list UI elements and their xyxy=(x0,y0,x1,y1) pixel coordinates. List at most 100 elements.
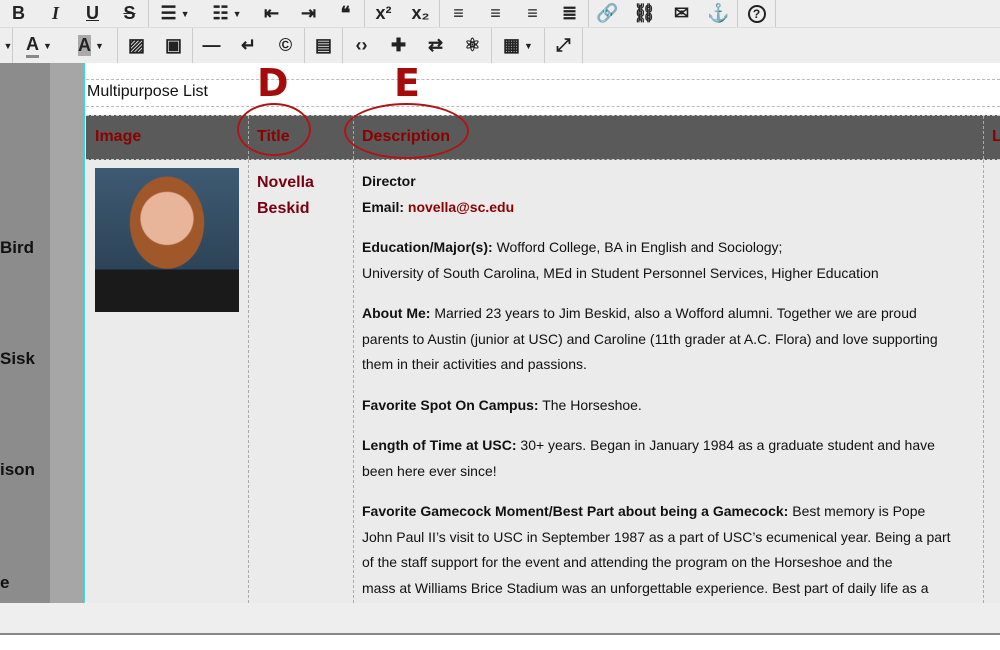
sidebar-names-strip: Bird Sisk ison e xyxy=(0,63,50,603)
italic-button[interactable]: I xyxy=(37,0,74,27)
text: mass at Williams Brice Stadium was an un… xyxy=(362,579,929,596)
link-button[interactable]: 🔗 xyxy=(589,0,626,27)
table-button[interactable]: ▦ ▼ xyxy=(492,28,544,63)
image-button[interactable]: ▨ xyxy=(118,28,155,63)
align-center-button[interactable]: ≡ xyxy=(477,0,514,27)
special-character-button[interactable]: © xyxy=(267,28,304,63)
toolbar-group: ‹› ✚ ⇄ ⚛ xyxy=(343,28,492,63)
column-divider xyxy=(248,160,249,603)
outdent-button[interactable]: ⇤ xyxy=(253,0,290,27)
line-break-button[interactable]: ↵ xyxy=(230,28,267,63)
annotation-ellipse-title xyxy=(237,103,311,156)
dropdown-arrow-icon[interactable]: ▼ xyxy=(233,9,242,19)
text-color-button[interactable]: A ▼ xyxy=(13,28,65,63)
underline-button[interactable]: U xyxy=(74,0,111,27)
annotation-d: D xyxy=(257,61,289,105)
toolbar-group: — ↵ © xyxy=(193,28,305,63)
header-image: Image xyxy=(95,128,142,145)
header-extra: L xyxy=(992,128,1000,145)
toolbar-group: ▦ ▼ xyxy=(492,28,545,63)
table-header: Image Title Description L xyxy=(86,115,1000,160)
text: been here ever since! xyxy=(362,462,497,479)
column-divider xyxy=(353,160,354,603)
sidebar-name: ison xyxy=(0,460,35,479)
indent-icon: ⇥ xyxy=(300,3,317,23)
italic-icon: I xyxy=(51,3,59,23)
list-title[interactable]: Multipurpose List xyxy=(86,79,1000,107)
bold-button[interactable]: B xyxy=(0,0,37,27)
description-cell[interactable]: Director Email: novella@sc.edu Education… xyxy=(362,169,982,603)
sidebar-name: Bird xyxy=(0,238,34,257)
align-right-button[interactable]: ≡ xyxy=(514,0,551,27)
text-color-icon: A xyxy=(26,34,40,58)
unlink-icon: ⛓ xyxy=(633,3,656,23)
bulleted-list-button[interactable]: ☰ ▼ xyxy=(149,0,201,27)
annotation-e: E xyxy=(394,61,420,105)
numbered-list-button[interactable]: ☷ ▼ xyxy=(201,0,253,27)
dropdown-arrow-icon[interactable]: ▼ xyxy=(43,41,52,51)
email-button[interactable]: ✉ xyxy=(663,0,700,27)
text: 30+ years. Began in January 1984 as a gr… xyxy=(516,437,935,453)
align-left-button[interactable]: ≡ xyxy=(440,0,477,27)
dropdown-arrow-icon[interactable]: ▼ xyxy=(0,28,13,63)
link-icon: 🔗 xyxy=(596,3,619,23)
text: John Paul II’s visit to USC in September… xyxy=(362,528,951,545)
editor-area[interactable]: Bird Sisk ison e Multipurpose List Image… xyxy=(0,63,1000,603)
toolbar-group: 🔗 ⛓ ✉ ⚓ xyxy=(589,0,738,27)
strikethrough-button[interactable]: S xyxy=(111,0,148,27)
dropdown-arrow-icon[interactable]: ▼ xyxy=(524,41,533,51)
text: parents to Austin (junior at USC) and Ca… xyxy=(362,330,938,347)
dropdown-arrow-icon[interactable]: ▼ xyxy=(181,9,190,19)
special-character-icon: © xyxy=(278,35,293,55)
source-code-button[interactable]: ‹› xyxy=(343,28,380,63)
email-link[interactable]: novella@sc.edu xyxy=(408,199,514,215)
profile-photo[interactable] xyxy=(95,168,239,312)
line-break-icon: ↵ xyxy=(240,35,257,55)
toolbar-group: ≡ ≡ ≡ ≣ xyxy=(440,0,589,27)
video-button[interactable]: ▣ xyxy=(155,28,192,63)
table-row[interactable]: Novella Beskid Director Email: novella@s… xyxy=(86,160,1000,603)
horizontal-line-button[interactable]: — xyxy=(193,28,230,63)
table-icon: ▦ xyxy=(503,35,521,55)
sidebar-name: e xyxy=(0,573,10,592)
sidebar-name: Sisk xyxy=(0,349,35,368)
toolbar-group: ⤢ xyxy=(545,28,583,63)
spot-label: Favorite Spot On Campus: xyxy=(362,396,539,413)
unlink-button[interactable]: ⛓ xyxy=(626,0,663,27)
justify-button[interactable]: ≣ xyxy=(551,0,588,27)
bulleted-list-icon: ☰ xyxy=(160,3,177,23)
video-icon: ▣ xyxy=(164,35,182,55)
bold-icon: B xyxy=(12,3,25,23)
column-divider xyxy=(983,160,984,603)
fullscreen-button[interactable]: ⤢ xyxy=(545,28,582,63)
text: them in their activities and passions. xyxy=(362,356,587,372)
dropdown-arrow-icon[interactable]: ▼ xyxy=(95,41,104,51)
template-button[interactable]: ▤ xyxy=(305,28,342,63)
plugin-button[interactable]: ✚ xyxy=(380,28,417,63)
plugin-icon: ✚ xyxy=(390,35,407,55)
about-label: About Me: xyxy=(362,305,431,321)
person-name: Novella Beskid xyxy=(257,170,314,222)
atom-button[interactable]: ⚛ xyxy=(454,28,491,63)
text: The Horseshoe. xyxy=(538,396,642,413)
subscript-icon: x₂ xyxy=(411,3,430,23)
name-line: Beskid xyxy=(257,200,310,217)
help-button[interactable]: ? xyxy=(738,0,775,27)
superscript-button[interactable]: x² xyxy=(365,0,402,27)
toolbar-row-2: ▼ A ▼ A ▼ ▨ ▣ — ↵ © ▤ ‹› ✚ ⇄ ⚛ ▦ ▼ ⤢ xyxy=(0,27,1000,63)
toolbar-group: A ▼ A ▼ xyxy=(13,28,118,63)
indent-button[interactable]: ⇥ xyxy=(290,0,327,27)
anchor-button[interactable]: ⚓ xyxy=(700,0,737,27)
subscript-button[interactable]: x₂ xyxy=(402,0,439,27)
text: of the staff support for the event and a… xyxy=(362,554,893,570)
email-label: Email: xyxy=(362,198,405,215)
align-left-icon: ≡ xyxy=(453,3,464,23)
toolbar-group: ☰ ▼ ☷ ▼ ⇤ ⇥ ❝ xyxy=(149,0,365,27)
toolbar-group: ▨ ▣ xyxy=(118,28,193,63)
moment-label: Favorite Gamecock Moment/Best Part about… xyxy=(362,503,789,519)
repeat-button[interactable]: ⇄ xyxy=(417,28,454,63)
background-color-button[interactable]: A ▼ xyxy=(65,28,117,63)
strikethrough-icon: S xyxy=(123,3,136,23)
horizontal-line-icon: — xyxy=(202,35,221,55)
blockquote-button[interactable]: ❝ xyxy=(327,0,364,27)
